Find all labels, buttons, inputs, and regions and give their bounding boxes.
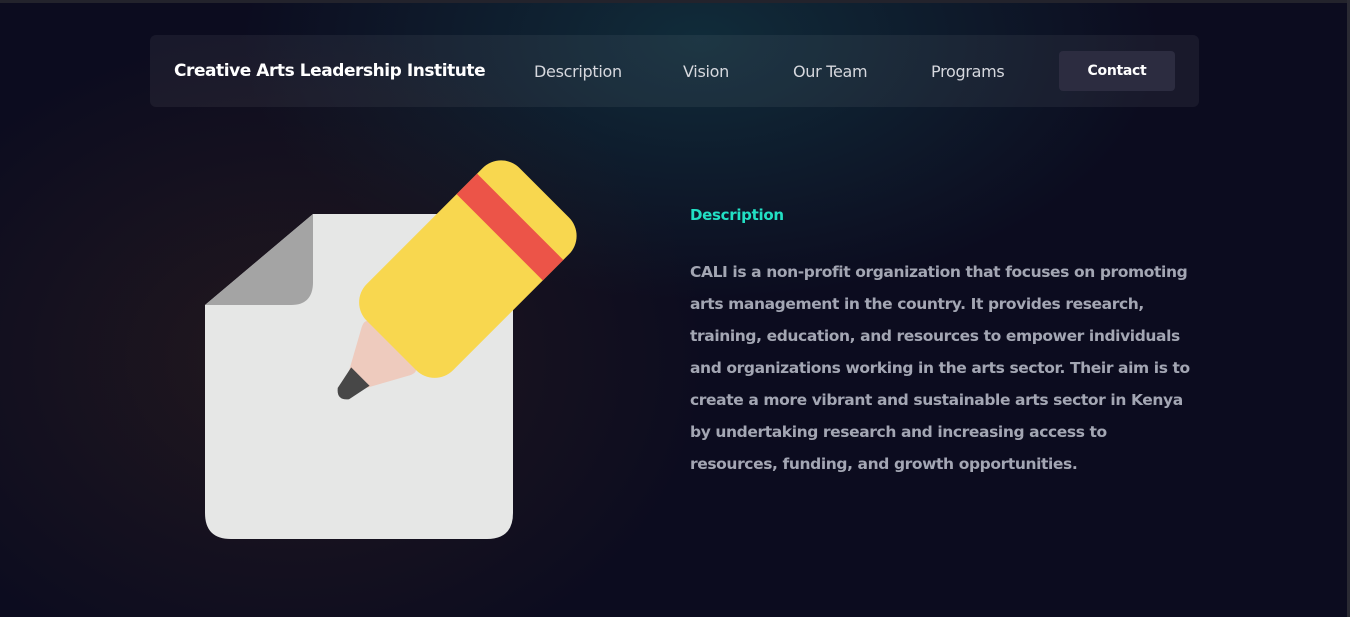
- document-edit-pencil-icon: [195, 130, 615, 550]
- description-text: CALI is a non-profit organization that f…: [690, 263, 1190, 473]
- contact-button[interactable]: Contact: [1059, 51, 1175, 91]
- window-top-edge: [0, 0, 1350, 3]
- nav-link-vision[interactable]: Vision: [683, 62, 729, 81]
- nav-link-programs[interactable]: Programs: [931, 62, 1005, 81]
- nav-link-our-team[interactable]: Our Team: [793, 62, 868, 81]
- brand-title[interactable]: Creative Arts Leadership Institute: [174, 61, 486, 81]
- navbar: Creative Arts Leadership Institute Descr…: [150, 35, 1199, 107]
- section-label: Description: [690, 206, 784, 224]
- nav-link-description[interactable]: Description: [534, 62, 622, 81]
